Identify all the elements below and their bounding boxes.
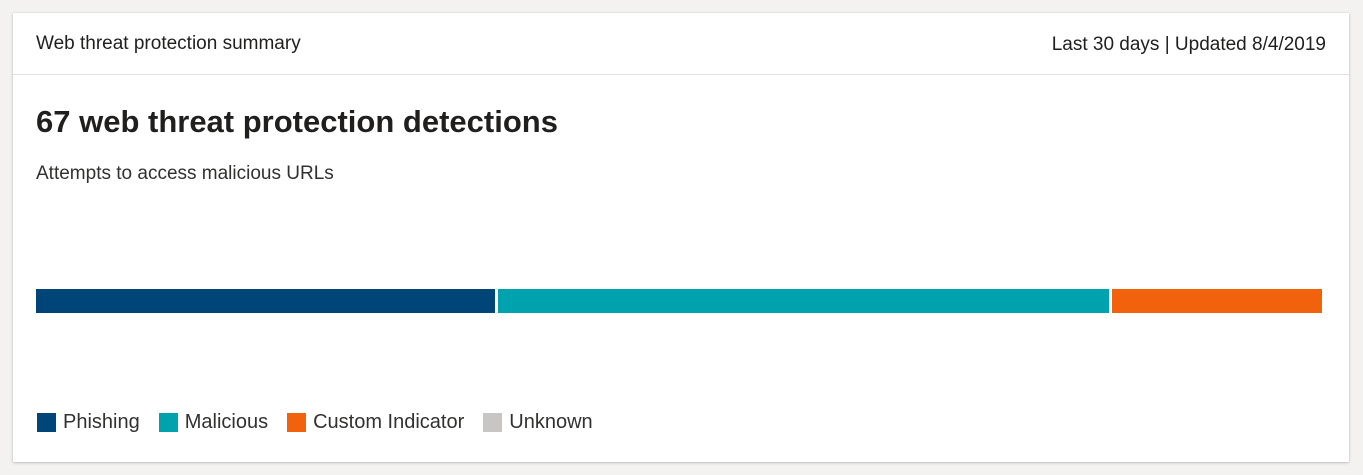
legend-label: Unknown [509,411,593,433]
legend-swatch-malicious [158,413,178,432]
legend-swatch-phishing [37,413,56,432]
legend-label: Custom Indicator [313,411,465,433]
card-header: Web threat protection summary Last 30 da… [13,13,1349,75]
bar-segment-phishing[interactable] [36,289,495,313]
bar-segment-custom-indicator[interactable] [1111,289,1322,313]
legend-item-phishing[interactable]: Phishing [37,411,140,434]
detections-subtitle: Attempts to access malicious URLs [36,163,334,184]
legend-item-custom-indicator[interactable]: Custom Indicator [287,411,464,434]
legend-label: Phishing [63,411,140,433]
card-title: Web threat protection summary [36,33,301,54]
legend-label: Malicious [184,411,269,433]
legend-swatch-custom-indicator [287,413,307,432]
detections-headline: 67 web threat protection detections [36,104,558,139]
web-threat-protection-card: Web threat protection summary Last 30 da… [13,13,1349,462]
legend-swatch-unknown [483,413,503,432]
chart-legend: Phishing Malicious Custom Indicator Unkn… [37,411,612,434]
card-date-range: Last 30 days | Updated 8/4/2019 [1051,34,1326,55]
legend-item-unknown[interactable]: Unknown [483,411,593,434]
stacked-bar-chart [36,289,1322,313]
bar-segment-malicious[interactable] [497,289,1109,313]
legend-item-malicious[interactable]: Malicious [158,411,269,434]
